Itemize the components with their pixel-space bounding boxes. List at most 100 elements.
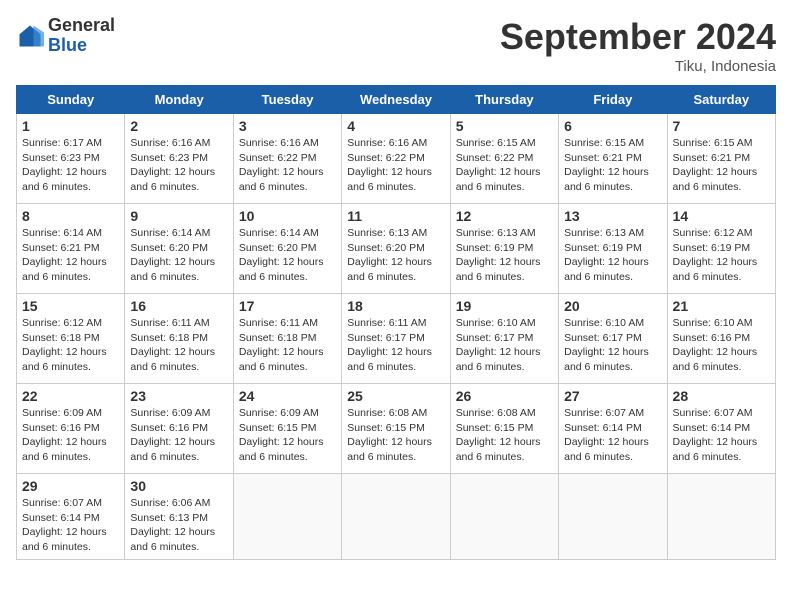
calendar-cell: 13 Sunrise: 6:13 AMSunset: 6:19 PMDaylig… <box>559 204 667 294</box>
cell-info: Sunrise: 6:07 AMSunset: 6:14 PMDaylight:… <box>22 497 107 553</box>
logo-blue-text: Blue <box>48 36 115 56</box>
cell-info: Sunrise: 6:09 AMSunset: 6:15 PMDaylight:… <box>239 407 324 463</box>
week-row-3: 15 Sunrise: 6:12 AMSunset: 6:18 PMDaylig… <box>17 294 776 384</box>
cell-info: Sunrise: 6:07 AMSunset: 6:14 PMDaylight:… <box>673 407 758 463</box>
logo-general-text: General <box>48 16 115 36</box>
title-area: September 2024 Tiku, Indonesia <box>500 16 776 75</box>
calendar-cell: 6 Sunrise: 6:15 AMSunset: 6:21 PMDayligh… <box>559 114 667 204</box>
cell-info: Sunrise: 6:14 AMSunset: 6:20 PMDaylight:… <box>239 227 324 283</box>
calendar-cell: 1 Sunrise: 6:17 AMSunset: 6:23 PMDayligh… <box>17 114 125 204</box>
calendar-cell <box>559 474 667 560</box>
cell-info: Sunrise: 6:08 AMSunset: 6:15 PMDaylight:… <box>347 407 432 463</box>
calendar-cell: 8 Sunrise: 6:14 AMSunset: 6:21 PMDayligh… <box>17 204 125 294</box>
calendar-cell: 5 Sunrise: 6:15 AMSunset: 6:22 PMDayligh… <box>450 114 558 204</box>
calendar-cell: 7 Sunrise: 6:15 AMSunset: 6:21 PMDayligh… <box>667 114 775 204</box>
day-number: 19 <box>456 298 553 314</box>
day-header-friday: Friday <box>559 86 667 114</box>
day-number: 15 <box>22 298 119 314</box>
cell-info: Sunrise: 6:15 AMSunset: 6:22 PMDaylight:… <box>456 137 541 193</box>
calendar-cell: 22 Sunrise: 6:09 AMSunset: 6:16 PMDaylig… <box>17 384 125 474</box>
calendar-cell: 17 Sunrise: 6:11 AMSunset: 6:18 PMDaylig… <box>233 294 341 384</box>
day-number: 3 <box>239 118 336 134</box>
cell-info: Sunrise: 6:14 AMSunset: 6:20 PMDaylight:… <box>130 227 215 283</box>
calendar-cell: 9 Sunrise: 6:14 AMSunset: 6:20 PMDayligh… <box>125 204 233 294</box>
day-number: 30 <box>130 478 227 494</box>
cell-info: Sunrise: 6:13 AMSunset: 6:19 PMDaylight:… <box>456 227 541 283</box>
day-number: 20 <box>564 298 661 314</box>
cell-info: Sunrise: 6:11 AMSunset: 6:18 PMDaylight:… <box>130 317 215 373</box>
day-number: 5 <box>456 118 553 134</box>
calendar-cell: 11 Sunrise: 6:13 AMSunset: 6:20 PMDaylig… <box>342 204 450 294</box>
cell-info: Sunrise: 6:16 AMSunset: 6:23 PMDaylight:… <box>130 137 215 193</box>
day-number: 25 <box>347 388 444 404</box>
cell-info: Sunrise: 6:11 AMSunset: 6:17 PMDaylight:… <box>347 317 432 373</box>
week-row-2: 8 Sunrise: 6:14 AMSunset: 6:21 PMDayligh… <box>17 204 776 294</box>
cell-info: Sunrise: 6:16 AMSunset: 6:22 PMDaylight:… <box>347 137 432 193</box>
calendar-cell: 24 Sunrise: 6:09 AMSunset: 6:15 PMDaylig… <box>233 384 341 474</box>
calendar-cell: 30 Sunrise: 6:06 AMSunset: 6:13 PMDaylig… <box>125 474 233 560</box>
month-title: September 2024 <box>500 16 776 58</box>
calendar-cell: 10 Sunrise: 6:14 AMSunset: 6:20 PMDaylig… <box>233 204 341 294</box>
calendar-cell <box>233 474 341 560</box>
days-header-row: SundayMondayTuesdayWednesdayThursdayFrid… <box>17 86 776 114</box>
calendar-cell: 16 Sunrise: 6:11 AMSunset: 6:18 PMDaylig… <box>125 294 233 384</box>
day-number: 12 <box>456 208 553 224</box>
day-number: 6 <box>564 118 661 134</box>
calendar-cell <box>450 474 558 560</box>
calendar-cell: 19 Sunrise: 6:10 AMSunset: 6:17 PMDaylig… <box>450 294 558 384</box>
calendar-cell: 3 Sunrise: 6:16 AMSunset: 6:22 PMDayligh… <box>233 114 341 204</box>
cell-info: Sunrise: 6:13 AMSunset: 6:20 PMDaylight:… <box>347 227 432 283</box>
calendar-cell: 18 Sunrise: 6:11 AMSunset: 6:17 PMDaylig… <box>342 294 450 384</box>
calendar-cell: 2 Sunrise: 6:16 AMSunset: 6:23 PMDayligh… <box>125 114 233 204</box>
day-number: 17 <box>239 298 336 314</box>
day-header-sunday: Sunday <box>17 86 125 114</box>
calendar-cell: 23 Sunrise: 6:09 AMSunset: 6:16 PMDaylig… <box>125 384 233 474</box>
day-number: 22 <box>22 388 119 404</box>
cell-info: Sunrise: 6:09 AMSunset: 6:16 PMDaylight:… <box>22 407 107 463</box>
logo-icon <box>16 22 44 50</box>
cell-info: Sunrise: 6:14 AMSunset: 6:21 PMDaylight:… <box>22 227 107 283</box>
cell-info: Sunrise: 6:12 AMSunset: 6:18 PMDaylight:… <box>22 317 107 373</box>
cell-info: Sunrise: 6:10 AMSunset: 6:17 PMDaylight:… <box>564 317 649 373</box>
day-number: 4 <box>347 118 444 134</box>
day-number: 9 <box>130 208 227 224</box>
cell-info: Sunrise: 6:09 AMSunset: 6:16 PMDaylight:… <box>130 407 215 463</box>
calendar-cell <box>342 474 450 560</box>
calendar-cell: 4 Sunrise: 6:16 AMSunset: 6:22 PMDayligh… <box>342 114 450 204</box>
day-number: 11 <box>347 208 444 224</box>
calendar-cell: 15 Sunrise: 6:12 AMSunset: 6:18 PMDaylig… <box>17 294 125 384</box>
week-row-5: 29 Sunrise: 6:07 AMSunset: 6:14 PMDaylig… <box>17 474 776 560</box>
location: Tiku, Indonesia <box>500 58 776 75</box>
week-row-1: 1 Sunrise: 6:17 AMSunset: 6:23 PMDayligh… <box>17 114 776 204</box>
page-header: General Blue September 2024 Tiku, Indone… <box>16 16 776 75</box>
cell-info: Sunrise: 6:07 AMSunset: 6:14 PMDaylight:… <box>564 407 649 463</box>
calendar-cell: 26 Sunrise: 6:08 AMSunset: 6:15 PMDaylig… <box>450 384 558 474</box>
week-row-4: 22 Sunrise: 6:09 AMSunset: 6:16 PMDaylig… <box>17 384 776 474</box>
cell-info: Sunrise: 6:16 AMSunset: 6:22 PMDaylight:… <box>239 137 324 193</box>
calendar-cell: 21 Sunrise: 6:10 AMSunset: 6:16 PMDaylig… <box>667 294 775 384</box>
day-header-tuesday: Tuesday <box>233 86 341 114</box>
day-header-monday: Monday <box>125 86 233 114</box>
calendar-cell: 27 Sunrise: 6:07 AMSunset: 6:14 PMDaylig… <box>559 384 667 474</box>
day-number: 21 <box>673 298 770 314</box>
day-number: 28 <box>673 388 770 404</box>
day-number: 1 <box>22 118 119 134</box>
cell-info: Sunrise: 6:06 AMSunset: 6:13 PMDaylight:… <box>130 497 215 553</box>
day-number: 18 <box>347 298 444 314</box>
day-number: 26 <box>456 388 553 404</box>
calendar-cell: 25 Sunrise: 6:08 AMSunset: 6:15 PMDaylig… <box>342 384 450 474</box>
cell-info: Sunrise: 6:15 AMSunset: 6:21 PMDaylight:… <box>564 137 649 193</box>
cell-info: Sunrise: 6:10 AMSunset: 6:17 PMDaylight:… <box>456 317 541 373</box>
day-number: 10 <box>239 208 336 224</box>
day-header-saturday: Saturday <box>667 86 775 114</box>
cell-info: Sunrise: 6:08 AMSunset: 6:15 PMDaylight:… <box>456 407 541 463</box>
day-number: 7 <box>673 118 770 134</box>
calendar-table: SundayMondayTuesdayWednesdayThursdayFrid… <box>16 85 776 560</box>
logo: General Blue <box>16 16 115 56</box>
day-number: 27 <box>564 388 661 404</box>
day-number: 16 <box>130 298 227 314</box>
calendar-cell: 12 Sunrise: 6:13 AMSunset: 6:19 PMDaylig… <box>450 204 558 294</box>
day-number: 14 <box>673 208 770 224</box>
calendar-cell <box>667 474 775 560</box>
cell-info: Sunrise: 6:10 AMSunset: 6:16 PMDaylight:… <box>673 317 758 373</box>
